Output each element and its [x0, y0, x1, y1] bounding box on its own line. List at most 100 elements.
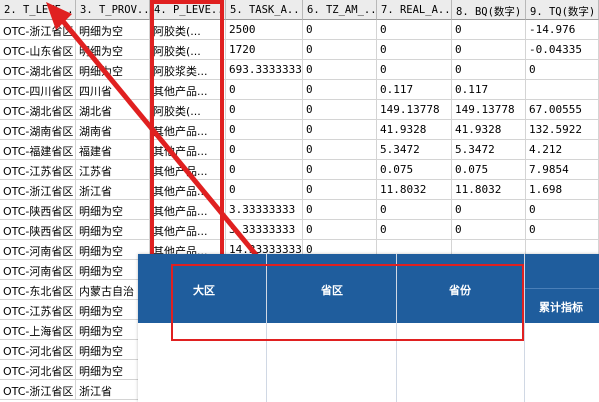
table-cell[interactable]: 阿胶类(...	[150, 20, 226, 40]
table-cell[interactable]: 其他产品...	[150, 200, 226, 220]
table-cell[interactable]: 0	[452, 200, 526, 220]
table-cell[interactable]: 福建省	[76, 140, 150, 160]
table-cell[interactable]: 0	[377, 220, 452, 240]
table-cell[interactable]: 0	[303, 100, 377, 120]
table-cell[interactable]: OTC-江苏省区	[0, 300, 76, 320]
table-row[interactable]: OTC-浙江省区 浙江省 其他产品... 0 0 11.8032 11.8032 1.698	[0, 180, 599, 200]
column-header-7[interactable]: 7. REAL_A...	[377, 0, 452, 20]
table-cell[interactable]: 0	[226, 160, 303, 180]
table-cell[interactable]: 湖南省	[76, 120, 150, 140]
table-cell[interactable]: 0	[303, 140, 377, 160]
table-cell[interactable]: 0	[226, 140, 303, 160]
table-cell[interactable]: 0	[303, 160, 377, 180]
column-header-2[interactable]: 2. T_LEVE...	[0, 0, 76, 20]
table-cell[interactable]: 5.3472	[377, 140, 452, 160]
table-cell[interactable]: 四川省	[76, 80, 150, 100]
table-cell[interactable]: 明细为空	[76, 40, 150, 60]
column-header-9[interactable]: 9. TQ(数字)	[526, 0, 599, 20]
table-cell[interactable]: 0	[226, 80, 303, 100]
table-cell[interactable]: 4.212	[526, 140, 599, 160]
table-cell[interactable]: OTC-浙江省区	[0, 20, 76, 40]
table-cell[interactable]: 其他产品...	[150, 160, 226, 180]
table-row[interactable]: OTC-福建省区 福建省 其他产品... 0 0 5.3472 5.3472 4.212	[0, 140, 599, 160]
table-cell[interactable]: 0	[452, 220, 526, 240]
table-cell[interactable]: 132.5922	[526, 120, 599, 140]
table-cell[interactable]: 693.33333333	[226, 60, 303, 80]
table-row[interactable]: OTC-湖南省区 湖南省 其他产品... 0 0 41.9328 41.9328 132.59…	[0, 120, 599, 140]
table-row[interactable]: OTC-陕西省区 明细为空 其他产品... 3.33333333 0 0 0 0	[0, 220, 599, 240]
table-cell[interactable]: 0	[303, 200, 377, 220]
table-cell[interactable]: 0	[526, 60, 599, 80]
table-cell[interactable]: -14.976	[526, 20, 599, 40]
table-cell[interactable]: 江苏省	[76, 160, 150, 180]
table-cell[interactable]: OTC-陕西省区	[0, 200, 76, 220]
table-cell[interactable]: 0.075	[377, 160, 452, 180]
table-row[interactable]: OTC-湖北省区 湖北省 阿胶类(... 0 0 149.13778 149.13778 67…	[0, 100, 599, 120]
table-cell[interactable]: 0	[303, 60, 377, 80]
table-cell[interactable]: 1720	[226, 40, 303, 60]
table-cell[interactable]: 明细为空	[76, 60, 150, 80]
table-row[interactable]: OTC-江苏省区 江苏省 其他产品... 0 0 0.075 0.075 7.9854	[0, 160, 599, 180]
table-row[interactable]: OTC-浙江省区 明细为空 阿胶类(... 2500 0 0 0 -14.976	[0, 20, 599, 40]
table-cell[interactable]: OTC-陕西省区	[0, 220, 76, 240]
table-cell[interactable]: 149.13778	[452, 100, 526, 120]
table-cell[interactable]: 3.33333333	[226, 200, 303, 220]
table-cell[interactable]: OTC-山东省区	[0, 40, 76, 60]
table-cell[interactable]: 阿胶浆类...	[150, 60, 226, 80]
table-cell[interactable]: 0	[303, 220, 377, 240]
table-cell[interactable]: 其他产品...	[150, 120, 226, 140]
table-cell[interactable]: 0.117	[377, 80, 452, 100]
table-row[interactable]: OTC-湖北省区 明细为空 阿胶浆类... 693.33333333 0 0 0 0	[0, 60, 599, 80]
table-cell[interactable]: OTC-浙江省区	[0, 180, 76, 200]
table-cell[interactable]: 0	[303, 180, 377, 200]
table-cell[interactable]: OTC-河北省区	[0, 340, 76, 360]
table-cell[interactable]: 0	[226, 100, 303, 120]
column-header-5[interactable]: 5. TASK_A...	[226, 0, 303, 20]
table-cell[interactable]: 41.9328	[377, 120, 452, 140]
table-cell[interactable]: 0	[226, 120, 303, 140]
table-cell[interactable]: OTC-江苏省区	[0, 160, 76, 180]
table-cell[interactable]: 0	[377, 20, 452, 40]
table-cell[interactable]: OTC-河南省区	[0, 240, 76, 260]
table-cell[interactable]: OTC-湖北省区	[0, 100, 76, 120]
table-cell[interactable]: OTC-四川省区	[0, 80, 76, 100]
table-cell[interactable]: OTC-浙江省区	[0, 380, 76, 400]
column-header-6[interactable]: 6. TZ_AM_...	[303, 0, 377, 20]
table-cell[interactable]: -0.04335	[526, 40, 599, 60]
table-cell[interactable]: OTC-河北省区	[0, 360, 76, 380]
table-cell[interactable]: 0	[377, 40, 452, 60]
table-cell[interactable]: 0.117	[452, 80, 526, 100]
table-cell[interactable]: 0	[303, 40, 377, 60]
table-cell[interactable]: 0	[303, 120, 377, 140]
table-cell[interactable]: 149.13778	[377, 100, 452, 120]
table-cell[interactable]: 其他产品...	[150, 80, 226, 100]
table-cell[interactable]: 0	[303, 20, 377, 40]
table-cell[interactable]: 阿胶类(...	[150, 100, 226, 120]
table-cell[interactable]: 0	[377, 200, 452, 220]
table-cell[interactable]: 11.8032	[452, 180, 526, 200]
table-cell[interactable]: 0.075	[452, 160, 526, 180]
table-cell[interactable]: 0	[526, 200, 599, 220]
table-cell[interactable]: OTC-上海省区	[0, 320, 76, 340]
table-cell[interactable]: 明细为空	[76, 20, 150, 40]
table-cell[interactable]: OTC-东北省区	[0, 280, 76, 300]
table-cell[interactable]	[526, 80, 599, 100]
table-cell[interactable]: 67.00555	[526, 100, 599, 120]
table-row[interactable]: OTC-四川省区 四川省 其他产品... 0 0 0.117 0.117	[0, 80, 599, 100]
table-cell[interactable]: 其他产品...	[150, 180, 226, 200]
table-cell[interactable]: 0	[452, 40, 526, 60]
table-cell[interactable]: 湖北省	[76, 100, 150, 120]
table-cell[interactable]: 2500	[226, 20, 303, 40]
table-cell[interactable]: 其他产品...	[150, 140, 226, 160]
table-cell[interactable]: 0	[452, 60, 526, 80]
table-cell[interactable]: 41.9328	[452, 120, 526, 140]
table-cell[interactable]: 1.698	[526, 180, 599, 200]
table-cell[interactable]: 浙江省	[76, 180, 150, 200]
table-cell[interactable]: OTC-湖北省区	[0, 60, 76, 80]
table-cell[interactable]: 明细为空	[76, 220, 150, 240]
table-cell[interactable]: OTC-湖南省区	[0, 120, 76, 140]
table-cell[interactable]: 3.33333333	[226, 220, 303, 240]
table-row[interactable]: OTC-陕西省区 明细为空 其他产品... 3.33333333 0 0 0 0	[0, 200, 599, 220]
table-cell[interactable]: 其他产品...	[150, 220, 226, 240]
table-cell[interactable]: 明细为空	[76, 200, 150, 220]
